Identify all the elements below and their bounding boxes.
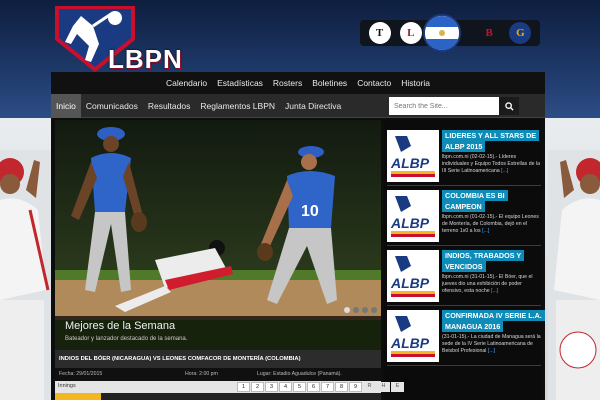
inning-8: 8	[335, 382, 348, 392]
news-item[interactable]: ALBP COLOMBIA ES BI CAMPEON lbpn.com.ni …	[387, 186, 541, 246]
read-more-link[interactable]: [...]	[501, 168, 508, 174]
secondary-nav: Calendario Estadísticas Rosters Boletine…	[51, 72, 545, 94]
player-photo-left	[0, 150, 52, 400]
svg-text:ALBP: ALBP	[390, 215, 430, 231]
news-title[interactable]: LIDERES Y ALL STARS DE ALBP 2015	[442, 130, 542, 152]
logo-text: LBPN	[108, 44, 183, 74]
game-place: Lugar: Estadio Aguadulce (Panamá).	[257, 371, 342, 377]
featured-slider[interactable]: 10 Mejores de la Semana Bateador y lanza…	[55, 120, 381, 376]
inning-4: 4	[279, 382, 292, 392]
player-photo-right	[548, 150, 600, 400]
nav-inicio[interactable]: Inicio	[51, 93, 81, 118]
slider-dot-4[interactable]	[371, 307, 377, 313]
albp-logo-icon: ALBP	[387, 310, 439, 362]
nav-comunicados[interactable]: Comunicados	[81, 94, 143, 118]
nav-junta-directiva[interactable]: Junta Directiva	[280, 94, 346, 118]
inning-5: 5	[293, 382, 306, 392]
slider-dots	[344, 307, 377, 313]
svg-text:ALBP: ALBP	[390, 335, 430, 351]
news-item[interactable]: ALBP INDIOS, TRABADOS Y VENCIDOS lbpn.co…	[387, 246, 541, 306]
nav-historia[interactable]: Historia	[401, 78, 430, 88]
nav-boletines[interactable]: Boletines	[312, 78, 347, 88]
nav-resultados[interactable]: Resultados	[143, 94, 196, 118]
inning-9: 9	[349, 382, 362, 392]
read-more-link[interactable]: [...]	[482, 228, 489, 234]
svg-text:ALBP: ALBP	[390, 155, 430, 171]
jersey-number: 10	[301, 203, 319, 220]
main-nav: Inicio Comunicados Resultados Reglamento…	[51, 93, 545, 118]
albp-logo-icon: ALBP	[387, 130, 439, 182]
leones-icon[interactable]: L	[399, 22, 422, 44]
game-meta: Fecha: 29/01/2015 Hora: 2:00 pm Lugar: E…	[55, 370, 381, 380]
innings-label: Innings	[58, 383, 76, 389]
game-title[interactable]: INDIOS DEL BÓER (NICARAGUA) VS LEONES CO…	[55, 350, 381, 368]
search-icon	[504, 101, 514, 111]
nav-rosters[interactable]: Rosters	[273, 78, 302, 88]
read-more-link[interactable]: [...]	[491, 288, 498, 294]
slider-dot-1[interactable]	[344, 307, 350, 313]
score-row	[55, 393, 381, 400]
inning-3: 3	[265, 382, 278, 392]
nav-estadisticas[interactable]: Estadísticas	[217, 78, 263, 88]
search-button[interactable]	[499, 97, 519, 115]
boer-icon[interactable]: B	[478, 22, 501, 44]
game-scoreboard: INDIOS DEL BÓER (NICARAGUA) VS LEONES CO…	[55, 350, 404, 400]
svg-text:ALBP: ALBP	[390, 275, 430, 291]
nicaragua-flag-icon[interactable]	[423, 14, 461, 52]
inning-2: 2	[251, 382, 264, 392]
tigres-icon[interactable]: T	[368, 22, 391, 44]
nav-reglamentos[interactable]: Reglamentos LBPN	[195, 94, 280, 118]
total-h: H	[377, 382, 390, 392]
news-title[interactable]: COLOMBIA ES BI CAMPEON	[442, 190, 542, 212]
news-text: lbpn.com.ni (02-02-15).- Líderes individ…	[442, 154, 540, 174]
albp-logo-icon: ALBP	[387, 190, 439, 242]
news-title[interactable]: CONFIRMADA IV SERIE L.A. MANAGUA 2016	[442, 310, 545, 332]
news-text: lbpn.com.ni (31-01-15).- El Bóer, que el…	[442, 274, 533, 294]
team-flag	[55, 393, 101, 400]
inning-1: 1	[237, 382, 250, 392]
news-item[interactable]: ALBP LIDERES Y ALL STARS DE ALBP 2015 lb…	[387, 126, 541, 186]
nav-calendario[interactable]: Calendario	[166, 78, 207, 88]
slider-subtitle: Bateador y lanzador destacado de la sema…	[65, 336, 188, 342]
search-input[interactable]	[389, 97, 499, 115]
news-title[interactable]: INDIOS, TRABADOS Y VENCIDOS	[442, 250, 542, 272]
game-date: Fecha: 29/01/2015	[59, 371, 103, 377]
news-list: ALBP LIDERES Y ALL STARS DE ALBP 2015 lb…	[384, 120, 545, 400]
slider-title[interactable]: Mejores de la Semana	[65, 320, 175, 332]
inning-7: 7	[321, 382, 334, 392]
gigantes-icon[interactable]: G	[509, 22, 532, 44]
news-text: (31-01-15).- La ciudad de Managua será l…	[442, 334, 541, 354]
slider-dot-3[interactable]	[362, 307, 368, 313]
slider-dot-2[interactable]	[353, 307, 359, 313]
albp-logo-icon: ALBP	[387, 250, 439, 302]
site-logo[interactable]: LBPN LIGA DE BEISBOL PROFESIONAL NACIONA…	[51, 4, 218, 78]
game-time: Hora: 2:00 pm	[185, 371, 218, 377]
inning-6: 6	[307, 382, 320, 392]
total-r: R	[363, 382, 376, 392]
news-text: lbpn.com.ni (01-02-15).- El equipo Leone…	[442, 214, 539, 234]
nav-contacto[interactable]: Contacto	[357, 78, 391, 88]
innings-header: Innings 123456789RHE	[55, 381, 404, 393]
main-container: Calendario Estadísticas Rosters Boletine…	[51, 72, 545, 400]
read-more-link[interactable]: [...]	[488, 348, 495, 354]
news-item[interactable]: ALBP CONFIRMADA IV SERIE L.A. MANAGUA 20…	[387, 306, 545, 366]
total-e: E	[391, 382, 404, 392]
